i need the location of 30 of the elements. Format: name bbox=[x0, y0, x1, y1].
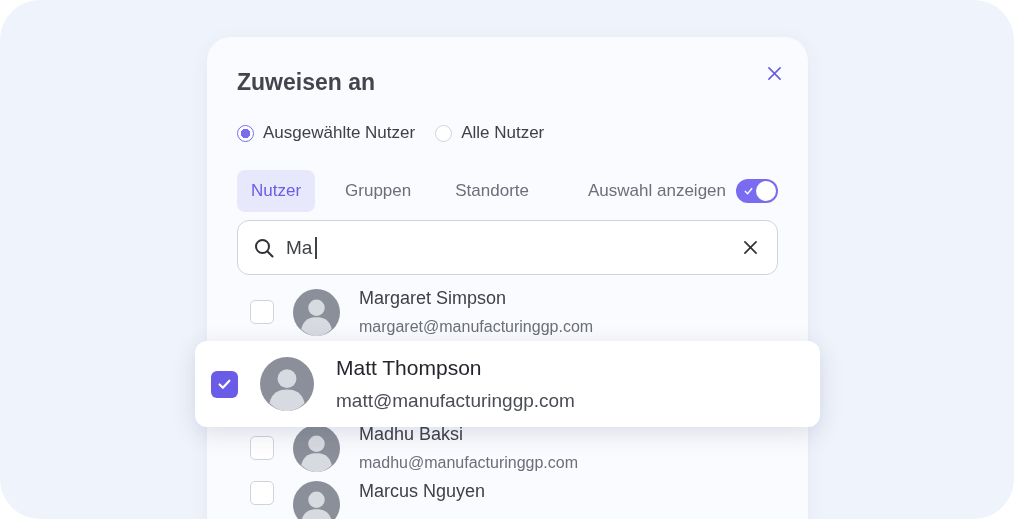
checkbox[interactable] bbox=[250, 481, 274, 505]
tab[interactable]: Nutzer bbox=[237, 170, 316, 212]
user-email: madhu@manufacturinggp.com bbox=[359, 454, 579, 472]
avatar-icon bbox=[260, 357, 314, 411]
dialog-title: Zuweisen an bbox=[237, 69, 376, 96]
radio-option[interactable]: Ausgewählte Nutzer bbox=[237, 123, 416, 143]
avatar-icon bbox=[293, 481, 340, 519]
tab[interactable]: Gruppen bbox=[331, 170, 426, 212]
checkbox[interactable] bbox=[211, 370, 238, 398]
radio-option[interactable]: Alle Nutzer bbox=[435, 123, 545, 143]
clear-icon[interactable] bbox=[744, 241, 757, 254]
avatar-icon bbox=[293, 288, 340, 336]
user-email: margaret@manufacturinggp.com bbox=[359, 318, 594, 336]
checkbox[interactable] bbox=[250, 300, 274, 324]
avatar-icon bbox=[293, 424, 340, 472]
search-field[interactable]: Ma bbox=[237, 220, 778, 275]
check-icon bbox=[218, 378, 231, 390]
toggle-label: Auswahl anzeigen bbox=[588, 181, 726, 201]
user-name: Madhu Baksi bbox=[359, 424, 465, 445]
checkbox[interactable] bbox=[250, 436, 274, 460]
toggle-switch[interactable] bbox=[736, 179, 778, 203]
user-name: Margaret Simpson bbox=[359, 288, 508, 309]
selected-user-card[interactable]: Matt Thompson matt@manufacturinggp.com bbox=[195, 341, 820, 427]
user-name: Marcus Nguyen bbox=[359, 481, 486, 502]
check-icon bbox=[744, 187, 753, 195]
user-email: matt@manufacturinggp.com bbox=[336, 390, 575, 412]
tab[interactable]: Standorte bbox=[441, 170, 543, 212]
search-icon bbox=[254, 237, 274, 258]
close-icon[interactable] bbox=[768, 67, 781, 80]
user-name: Matt Thompson bbox=[336, 356, 483, 380]
